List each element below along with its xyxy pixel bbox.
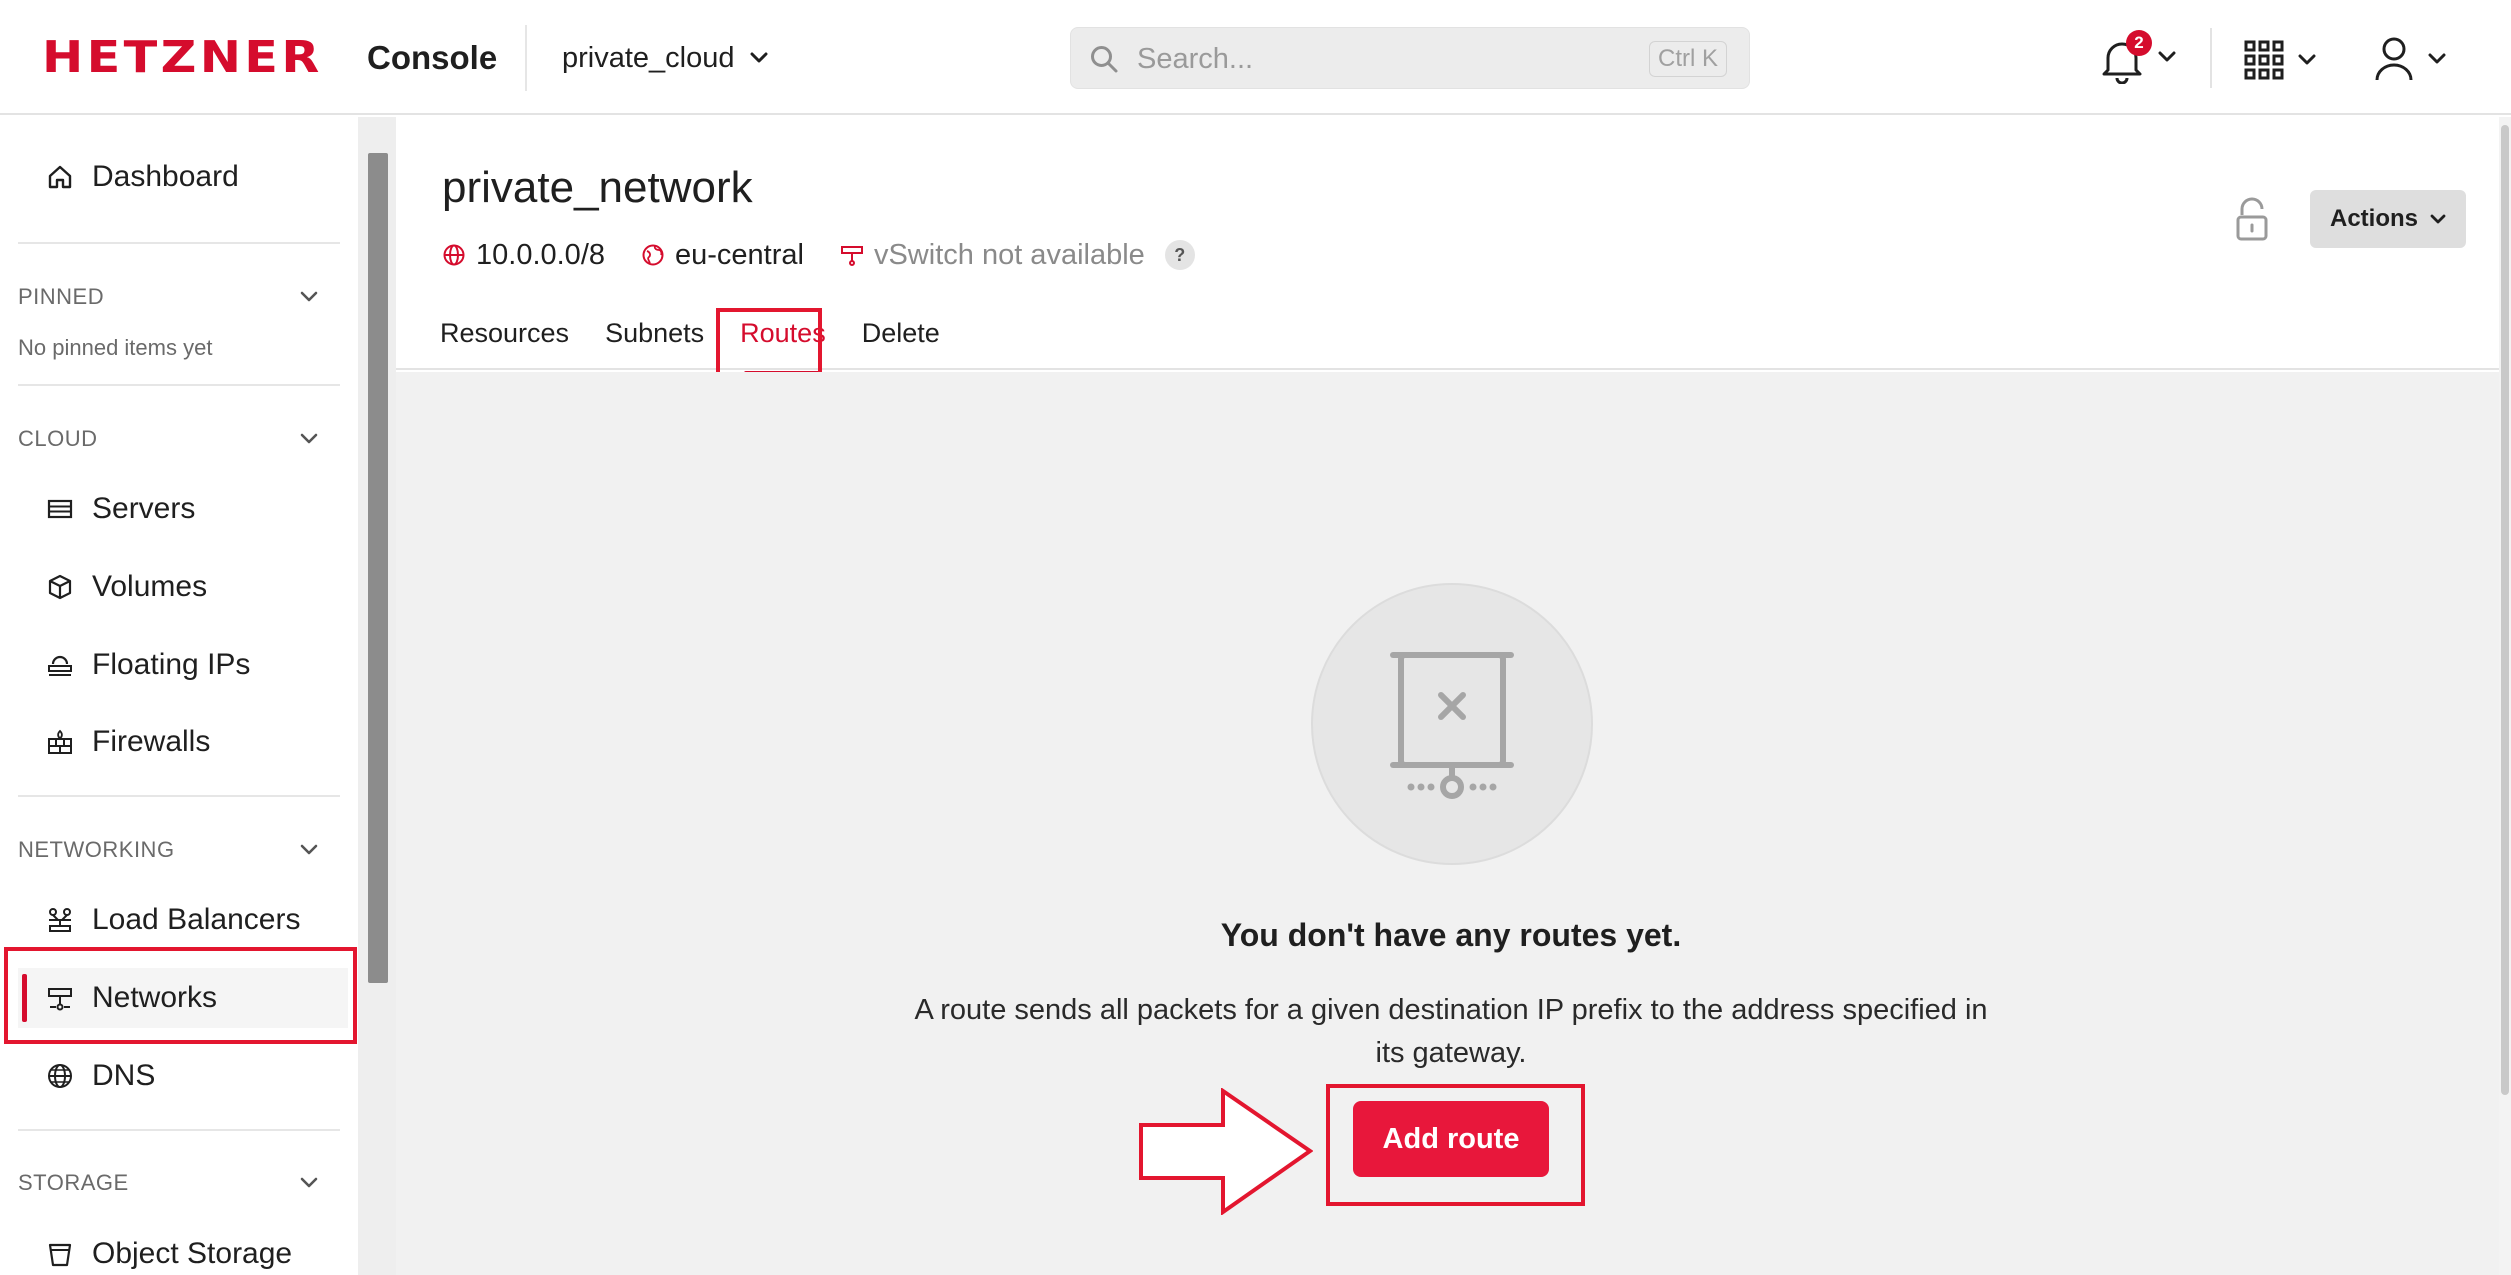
- bucket-icon: [48, 1243, 72, 1267]
- chevron-down-icon: [300, 844, 318, 855]
- zone-value: eu-central: [675, 238, 804, 271]
- notification-badge: 2: [2126, 30, 2152, 56]
- network-header: private_network 10.0.0.0/8 eu-central vS…: [396, 117, 2499, 375]
- sidebar-item-label: DNS: [92, 1059, 156, 1092]
- floating-ip-icon: [48, 655, 72, 676]
- unlock-icon[interactable]: [2232, 197, 2272, 243]
- sidebar-item-label: Servers: [92, 492, 196, 525]
- project-selector[interactable]: private_cloud: [562, 38, 769, 78]
- sidebar-item-label: Dashboard: [92, 160, 239, 193]
- add-route-button[interactable]: Add route: [1353, 1101, 1549, 1177]
- tab-routes[interactable]: Routes: [740, 313, 826, 375]
- chevron-down-icon: [2428, 53, 2446, 64]
- sidebar-item-label: Networks: [92, 981, 218, 1014]
- search-shortcut: Ctrl K: [1649, 41, 1727, 77]
- sidebar-item-object-storage[interactable]: Object Storage: [18, 1224, 348, 1275]
- globe-icon: [48, 1064, 72, 1088]
- load-balancer-icon: [49, 908, 71, 932]
- search-placeholder: Search...: [1137, 43, 1254, 75]
- section-title: PINNED: [18, 284, 105, 309]
- grid-icon: [2244, 40, 2284, 80]
- top-bar: HETZNER Console private_cloud Search... …: [0, 0, 2511, 115]
- tab-resources[interactable]: Resources: [440, 313, 569, 363]
- console-label: Console: [367, 39, 498, 76]
- section-title: NETWORKING: [18, 837, 175, 862]
- no-route-icon: [1390, 652, 1514, 799]
- tab-bar: Resources Subnets Routes Delete: [440, 313, 940, 375]
- sidebar: Dashboard PINNED No pinned items yet CLO…: [0, 117, 358, 1275]
- divider: [18, 1129, 340, 1131]
- cube-icon: [48, 574, 72, 600]
- globe-icon: [443, 244, 465, 266]
- sidebar-section-cloud[interactable]: CLOUD: [18, 421, 318, 457]
- server-icon: [47, 499, 73, 519]
- chevron-down-icon: [300, 1177, 318, 1188]
- location-globe-icon: [642, 244, 664, 266]
- help-icon[interactable]: ?: [1164, 240, 1195, 270]
- page-scrollbar-thumb[interactable]: [2501, 125, 2509, 1095]
- page-title: private_network: [442, 163, 753, 212]
- sidebar-section-storage[interactable]: STORAGE: [18, 1165, 318, 1201]
- arrow-right-icon: [1139, 1088, 1313, 1215]
- firewall-icon: [48, 729, 72, 754]
- network-icon: [48, 988, 72, 1011]
- apps-button[interactable]: [2244, 36, 2324, 84]
- actions-label: Actions: [2329, 205, 2418, 232]
- tab-delete[interactable]: Delete: [862, 313, 940, 363]
- user-icon: [2375, 37, 2413, 81]
- notifications-button[interactable]: 2: [2100, 30, 2180, 84]
- sidebar-item-dashboard[interactable]: Dashboard: [18, 147, 348, 207]
- hetzner-logo[interactable]: HETZNER: [42, 36, 323, 80]
- sidebar-item-label: Load Balancers: [92, 903, 301, 936]
- divider: [18, 795, 340, 797]
- chevron-down-icon: [2298, 54, 2316, 65]
- section-title: STORAGE: [18, 1170, 129, 1195]
- actions-button[interactable]: Actions: [2310, 190, 2466, 248]
- chevron-down-icon: [2430, 214, 2446, 223]
- sidebar-item-label: Volumes: [92, 570, 208, 603]
- divider: [525, 25, 527, 91]
- sidebar-item-networks[interactable]: Networks: [18, 968, 348, 1028]
- network-zone: eu-central: [641, 239, 804, 272]
- sidebar-item-firewalls[interactable]: Firewalls: [18, 712, 348, 772]
- sidebar-item-load-balancers[interactable]: Load Balancers: [18, 890, 348, 950]
- user-menu-button[interactable]: [2374, 34, 2454, 84]
- sidebar-item-floating-ips[interactable]: Floating IPs: [18, 635, 348, 695]
- vswitch-status: vSwitch not available ?: [840, 239, 1195, 272]
- chevron-down-icon: [300, 433, 318, 444]
- pinned-empty-text: No pinned items yet: [18, 335, 213, 360]
- empty-state-description: A route sends all packets for a given de…: [914, 994, 1988, 1069]
- sidebar-scrollbar-thumb[interactable]: [368, 153, 388, 983]
- empty-state-title: You don't have any routes yet.: [1220, 917, 1682, 953]
- sidebar-item-volumes[interactable]: Volumes: [18, 557, 348, 617]
- project-name: private_cloud: [562, 41, 735, 74]
- vswitch-text: vSwitch not available: [873, 238, 1145, 271]
- empty-routes-illustration: [1311, 583, 1593, 865]
- ip-range-value: 10.0.0.0/8: [476, 238, 605, 271]
- network-icon: [840, 246, 863, 266]
- sidebar-item-dns[interactable]: DNS: [18, 1046, 348, 1106]
- sidebar-item-label: Object Storage: [92, 1237, 293, 1270]
- search-input[interactable]: Search... Ctrl K: [1070, 27, 1750, 89]
- sidebar-section-networking[interactable]: NETWORKING: [18, 832, 318, 868]
- sidebar-item-label: Floating IPs: [92, 648, 251, 681]
- divider: [2210, 28, 2212, 88]
- home-icon: [48, 165, 72, 189]
- sidebar-section-pinned[interactable]: PINNED: [18, 279, 318, 315]
- tab-subnets[interactable]: Subnets: [605, 313, 704, 363]
- ip-range: 10.0.0.0/8: [442, 239, 605, 272]
- chevron-down-icon: [2158, 51, 2176, 62]
- chevron-down-icon: [300, 291, 318, 302]
- section-title: CLOUD: [18, 426, 98, 451]
- divider: [18, 384, 340, 386]
- network-meta: 10.0.0.0/8 eu-central vSwitch not availa…: [442, 235, 1231, 275]
- sidebar-item-label: Firewalls: [92, 725, 211, 758]
- routes-empty-state: You don't have any routes yet. A route s…: [396, 372, 2499, 1275]
- chevron-down-icon: [750, 52, 767, 63]
- sidebar-item-servers[interactable]: Servers: [18, 479, 348, 539]
- divider: [18, 242, 340, 244]
- search-icon: [1091, 46, 1118, 73]
